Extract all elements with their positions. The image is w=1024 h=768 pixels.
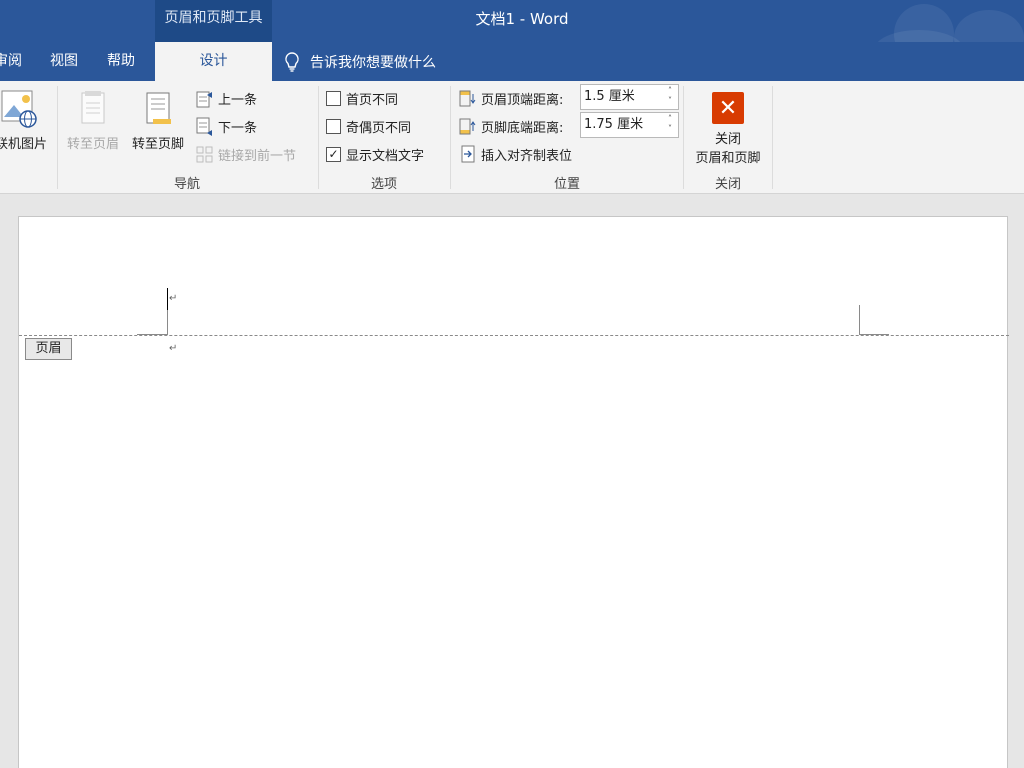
online-pictures-button[interactable]: 联机图片	[0, 89, 52, 152]
footer-from-bottom-spinner[interactable]: 1.75 厘米 ˄ ˅	[580, 112, 679, 138]
next-section-icon	[196, 117, 212, 136]
group-separator	[772, 86, 773, 189]
tab-view[interactable]: 视图	[50, 42, 84, 81]
close-button-line1: 关闭	[714, 132, 741, 147]
document-area[interactable]: ↵ 页眉 ↵	[0, 195, 1024, 768]
tab-review[interactable]: 审阅	[0, 42, 30, 81]
footer-from-bottom-label: 页脚底端距离:	[481, 120, 564, 136]
ribbon-tab-row: 审阅 视图 帮助 设计 告诉我你想要做什么	[0, 42, 1024, 81]
footer-from-bottom-value: 1.75 厘米	[584, 117, 644, 132]
different-odd-even-checkbox[interactable]: 奇偶页不同	[326, 115, 411, 137]
text-cursor	[167, 288, 168, 310]
online-pictures-icon	[1, 90, 37, 128]
right-margin-mark	[859, 305, 860, 335]
header-from-top-value: 1.5 厘米	[584, 89, 635, 104]
header-paragraph-mark: ↵	[169, 293, 178, 304]
goto-header-icon	[81, 91, 105, 124]
previous-section-icon	[196, 91, 212, 107]
different-odd-even-label: 奇偶页不同	[346, 120, 412, 136]
checkmark-icon: ✓	[326, 146, 341, 162]
checkbox-unchecked	[326, 90, 341, 106]
goto-footer-label: 转至页脚	[131, 137, 184, 152]
close-button-line2: 页眉和页脚	[695, 151, 761, 166]
group-label-close: 关闭	[714, 177, 741, 192]
ribbon: 联机图片 转至页眉 转至页脚 上一条 下一条 链接到前一节 导航 首页不同 奇偶…	[0, 81, 1024, 194]
previous-label: 上一条	[218, 92, 258, 108]
header-from-top-label: 页眉顶端距离:	[481, 92, 564, 108]
alignment-tab-icon	[461, 145, 475, 162]
body-paragraph-mark: ↵	[169, 343, 178, 354]
group-separator	[318, 86, 319, 189]
footer-position-icon	[459, 118, 476, 134]
header-position-icon	[459, 90, 476, 106]
group-separator	[57, 86, 58, 189]
online-pictures-label: 联机图片	[0, 137, 47, 152]
group-separator	[683, 86, 684, 189]
link-to-previous-label: 链接到前一节	[218, 148, 297, 164]
different-first-page-checkbox[interactable]: 首页不同	[326, 87, 398, 109]
link-to-previous-icon	[196, 146, 213, 162]
group-label-navigation: 导航	[173, 177, 200, 192]
goto-header-label: 转至页眉	[66, 137, 119, 152]
checkbox-unchecked	[326, 118, 341, 134]
different-first-page-label: 首页不同	[346, 92, 399, 108]
tell-me-label: 告诉我你想要做什么	[310, 54, 436, 71]
group-separator	[450, 86, 451, 189]
insert-alignment-tab-button[interactable]: 插入对齐制表位	[459, 143, 572, 165]
group-label-position: 位置	[553, 177, 580, 192]
header-boundary-line	[19, 335, 1009, 336]
spinner-arrows-icon[interactable]: ˄ ˅	[668, 86, 672, 106]
tab-design[interactable]: 设计	[155, 42, 272, 81]
link-to-previous-button[interactable]: 链接到前一节	[196, 143, 296, 165]
header-from-top-spinner[interactable]: 1.5 厘米 ˄ ˅	[580, 84, 679, 110]
goto-header-button[interactable]: 转至页眉	[62, 89, 124, 152]
close-header-footer-button[interactable]: ✕ 关闭 页眉和页脚	[686, 92, 770, 166]
show-document-text-checkbox[interactable]: ✓ 显示文档文字	[326, 143, 424, 165]
previous-button[interactable]: 上一条	[196, 87, 257, 109]
tell-me-search[interactable]: 告诉我你想要做什么	[284, 42, 436, 81]
next-label: 下一条	[218, 120, 258, 136]
footer-from-bottom-label-row: 页脚底端距离:	[459, 115, 563, 137]
header-from-top-label-row: 页眉顶端距离:	[459, 87, 563, 109]
show-document-text-label: 显示文档文字	[346, 148, 425, 164]
next-button[interactable]: 下一条	[196, 115, 257, 137]
group-label-options: 选项	[370, 177, 397, 192]
close-icon: ✕	[712, 92, 744, 124]
header-tag: 页眉	[25, 338, 72, 360]
document-page[interactable]: ↵ 页眉 ↵	[18, 216, 1009, 768]
goto-footer-icon	[146, 92, 171, 124]
goto-footer-button[interactable]: 转至页脚	[127, 89, 189, 152]
lightbulb-icon	[285, 51, 299, 72]
spinner-arrows-icon[interactable]: ˄ ˅	[668, 114, 672, 134]
tab-help[interactable]: 帮助	[107, 42, 141, 81]
insert-alignment-tab-label: 插入对齐制表位	[481, 148, 573, 164]
